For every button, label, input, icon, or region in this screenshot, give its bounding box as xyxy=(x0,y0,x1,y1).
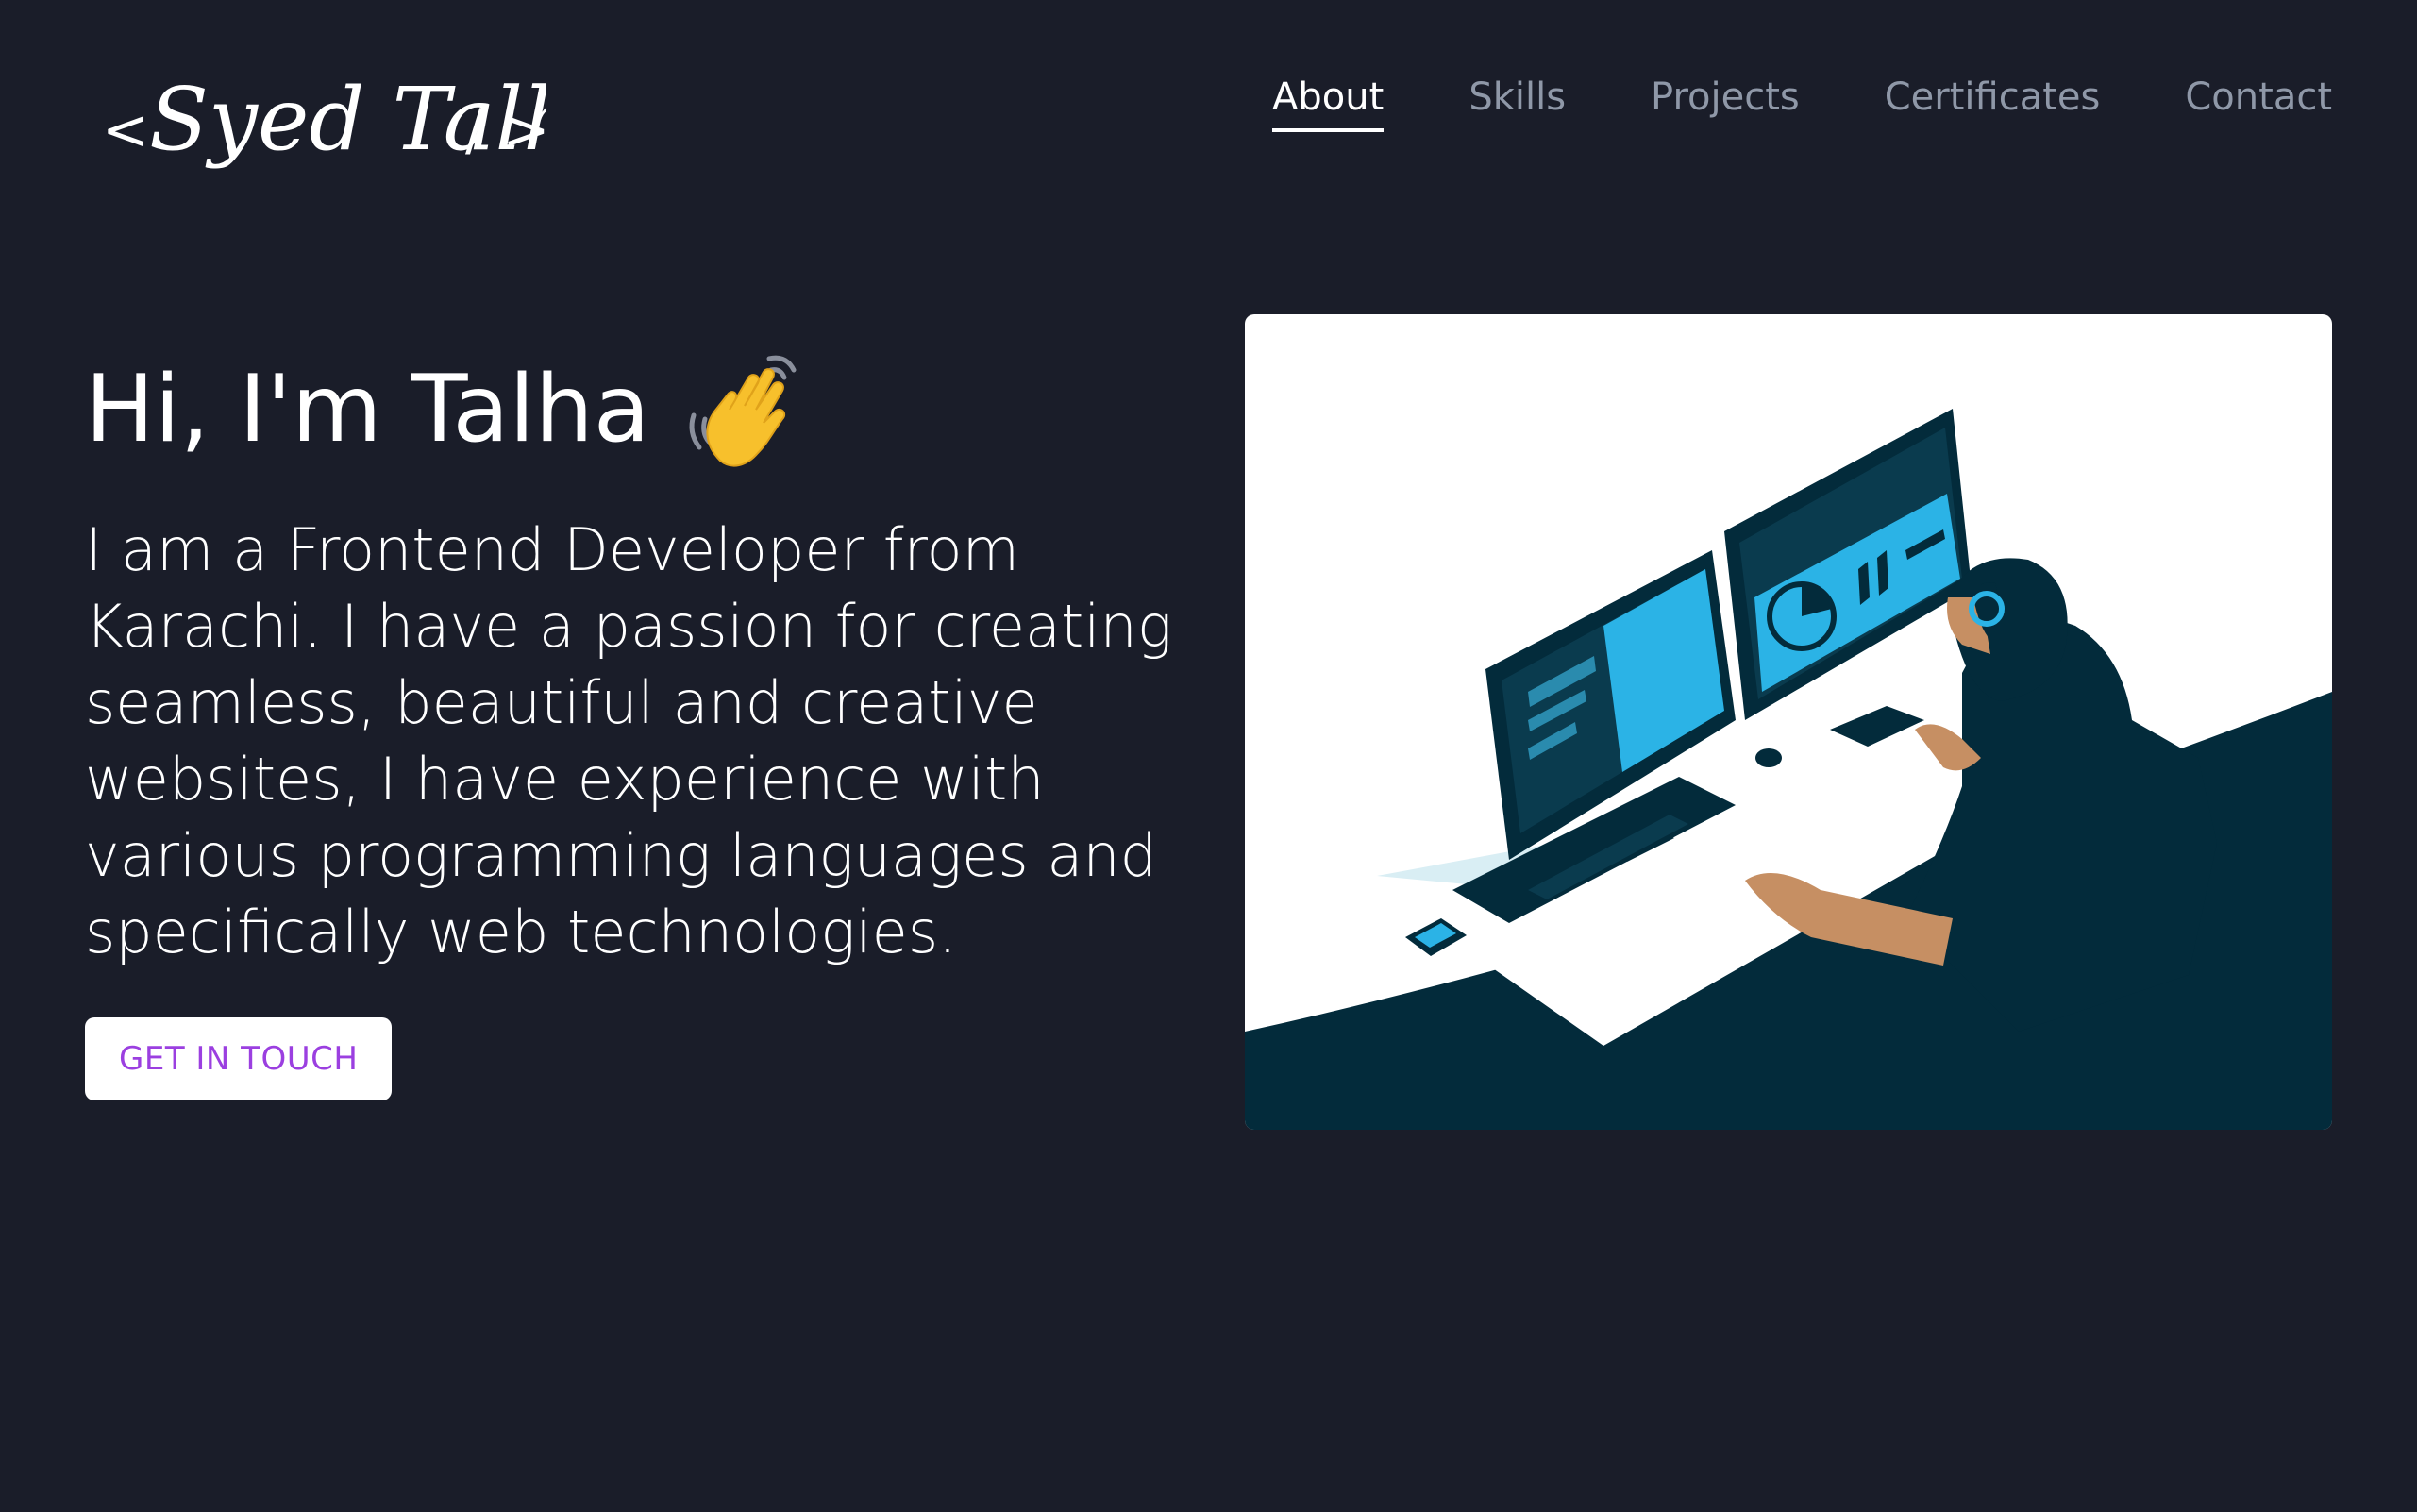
nav-projects[interactable]: Projects xyxy=(1651,76,1800,132)
nav-contact[interactable]: Contact xyxy=(2185,76,2332,132)
logo-bracket-close: / > xyxy=(465,97,546,163)
hero-section: Hi, I'm Talha I am a Frontend Developer … xyxy=(85,349,1180,1100)
logo-signature: < Syed Talha / > xyxy=(102,69,546,170)
developer-at-desk-illustration xyxy=(1245,314,2332,1130)
logo[interactable]: < Syed Talha / > xyxy=(102,55,546,187)
waving-hand-icon xyxy=(682,349,805,472)
get-in-touch-button[interactable]: GET IN TOUCH xyxy=(85,1017,393,1100)
nav-certificates[interactable]: Certificates xyxy=(1885,76,2101,132)
hero-title: Hi, I'm Talha xyxy=(85,349,1180,472)
logo-bracket-open: < xyxy=(102,97,149,163)
hero-title-text: Hi, I'm Talha xyxy=(85,356,650,464)
main-nav: About Skills Projects Certificates Conta… xyxy=(1272,76,2332,132)
nav-about[interactable]: About xyxy=(1272,76,1385,132)
nav-skills[interactable]: Skills xyxy=(1469,76,1566,132)
hero-description: I am a Frontend Developer from Karachi. … xyxy=(85,515,1173,966)
